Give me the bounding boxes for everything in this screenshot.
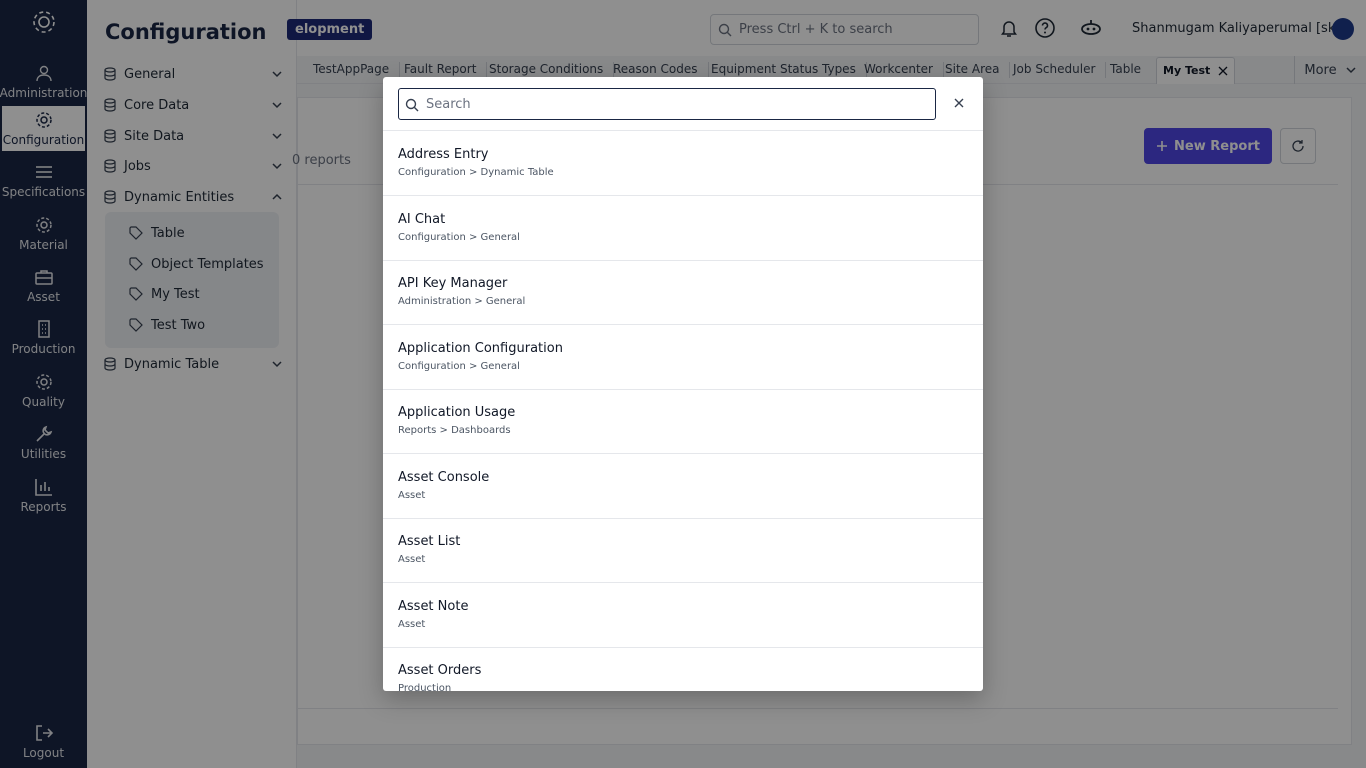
search-result-item[interactable]: Asset List Asset [383, 518, 983, 583]
search-result-item[interactable]: Asset Note Asset [383, 583, 983, 648]
search-result-path: Configuration > General [398, 361, 520, 372]
close-icon[interactable] [952, 96, 966, 110]
search-result-path: Configuration > Dynamic Table [398, 167, 554, 178]
search-result-item[interactable]: AI Chat Configuration > General [383, 196, 983, 261]
search-result-item[interactable]: Address Entry Configuration > Dynamic Ta… [383, 131, 983, 196]
search-icon [405, 98, 419, 112]
search-result-path: Configuration > General [398, 232, 520, 243]
search-result-title: Asset Orders [398, 663, 482, 678]
search-result-path: Asset [398, 619, 426, 630]
search-result-path: Reports > Dashboards [398, 425, 511, 436]
search-result-title: AI Chat [398, 212, 446, 227]
search-result-item[interactable]: API Key Manager Administration > General [383, 260, 983, 325]
search-result-item[interactable]: Application Configuration Configuration … [383, 325, 983, 390]
search-result-path: Production [398, 683, 452, 691]
search-result-title: Address Entry [398, 147, 489, 162]
search-result-item[interactable]: Application Usage Reports > Dashboards [383, 389, 983, 454]
search-result-title: Asset List [398, 534, 461, 549]
modal-search-placeholder: Search [426, 96, 471, 112]
modal-search-input[interactable]: Search [398, 88, 936, 120]
search-result-title: Asset Console [398, 470, 490, 485]
search-result-path: Asset [398, 490, 426, 501]
search-result-title: Asset Note [398, 599, 469, 614]
search-result-title: Application Configuration [398, 341, 563, 356]
search-result-path: Administration > General [398, 296, 526, 307]
search-result-title: API Key Manager [398, 276, 508, 291]
search-modal: Search Address Entry Configuration > Dyn… [383, 77, 983, 691]
search-result-title: Application Usage [398, 405, 516, 420]
search-result-item[interactable]: Asset Orders Production [383, 647, 983, 691]
search-result-item[interactable]: Asset Console Asset [383, 454, 983, 519]
search-result-path: Asset [398, 554, 426, 565]
search-modal-header: Search [383, 77, 983, 131]
